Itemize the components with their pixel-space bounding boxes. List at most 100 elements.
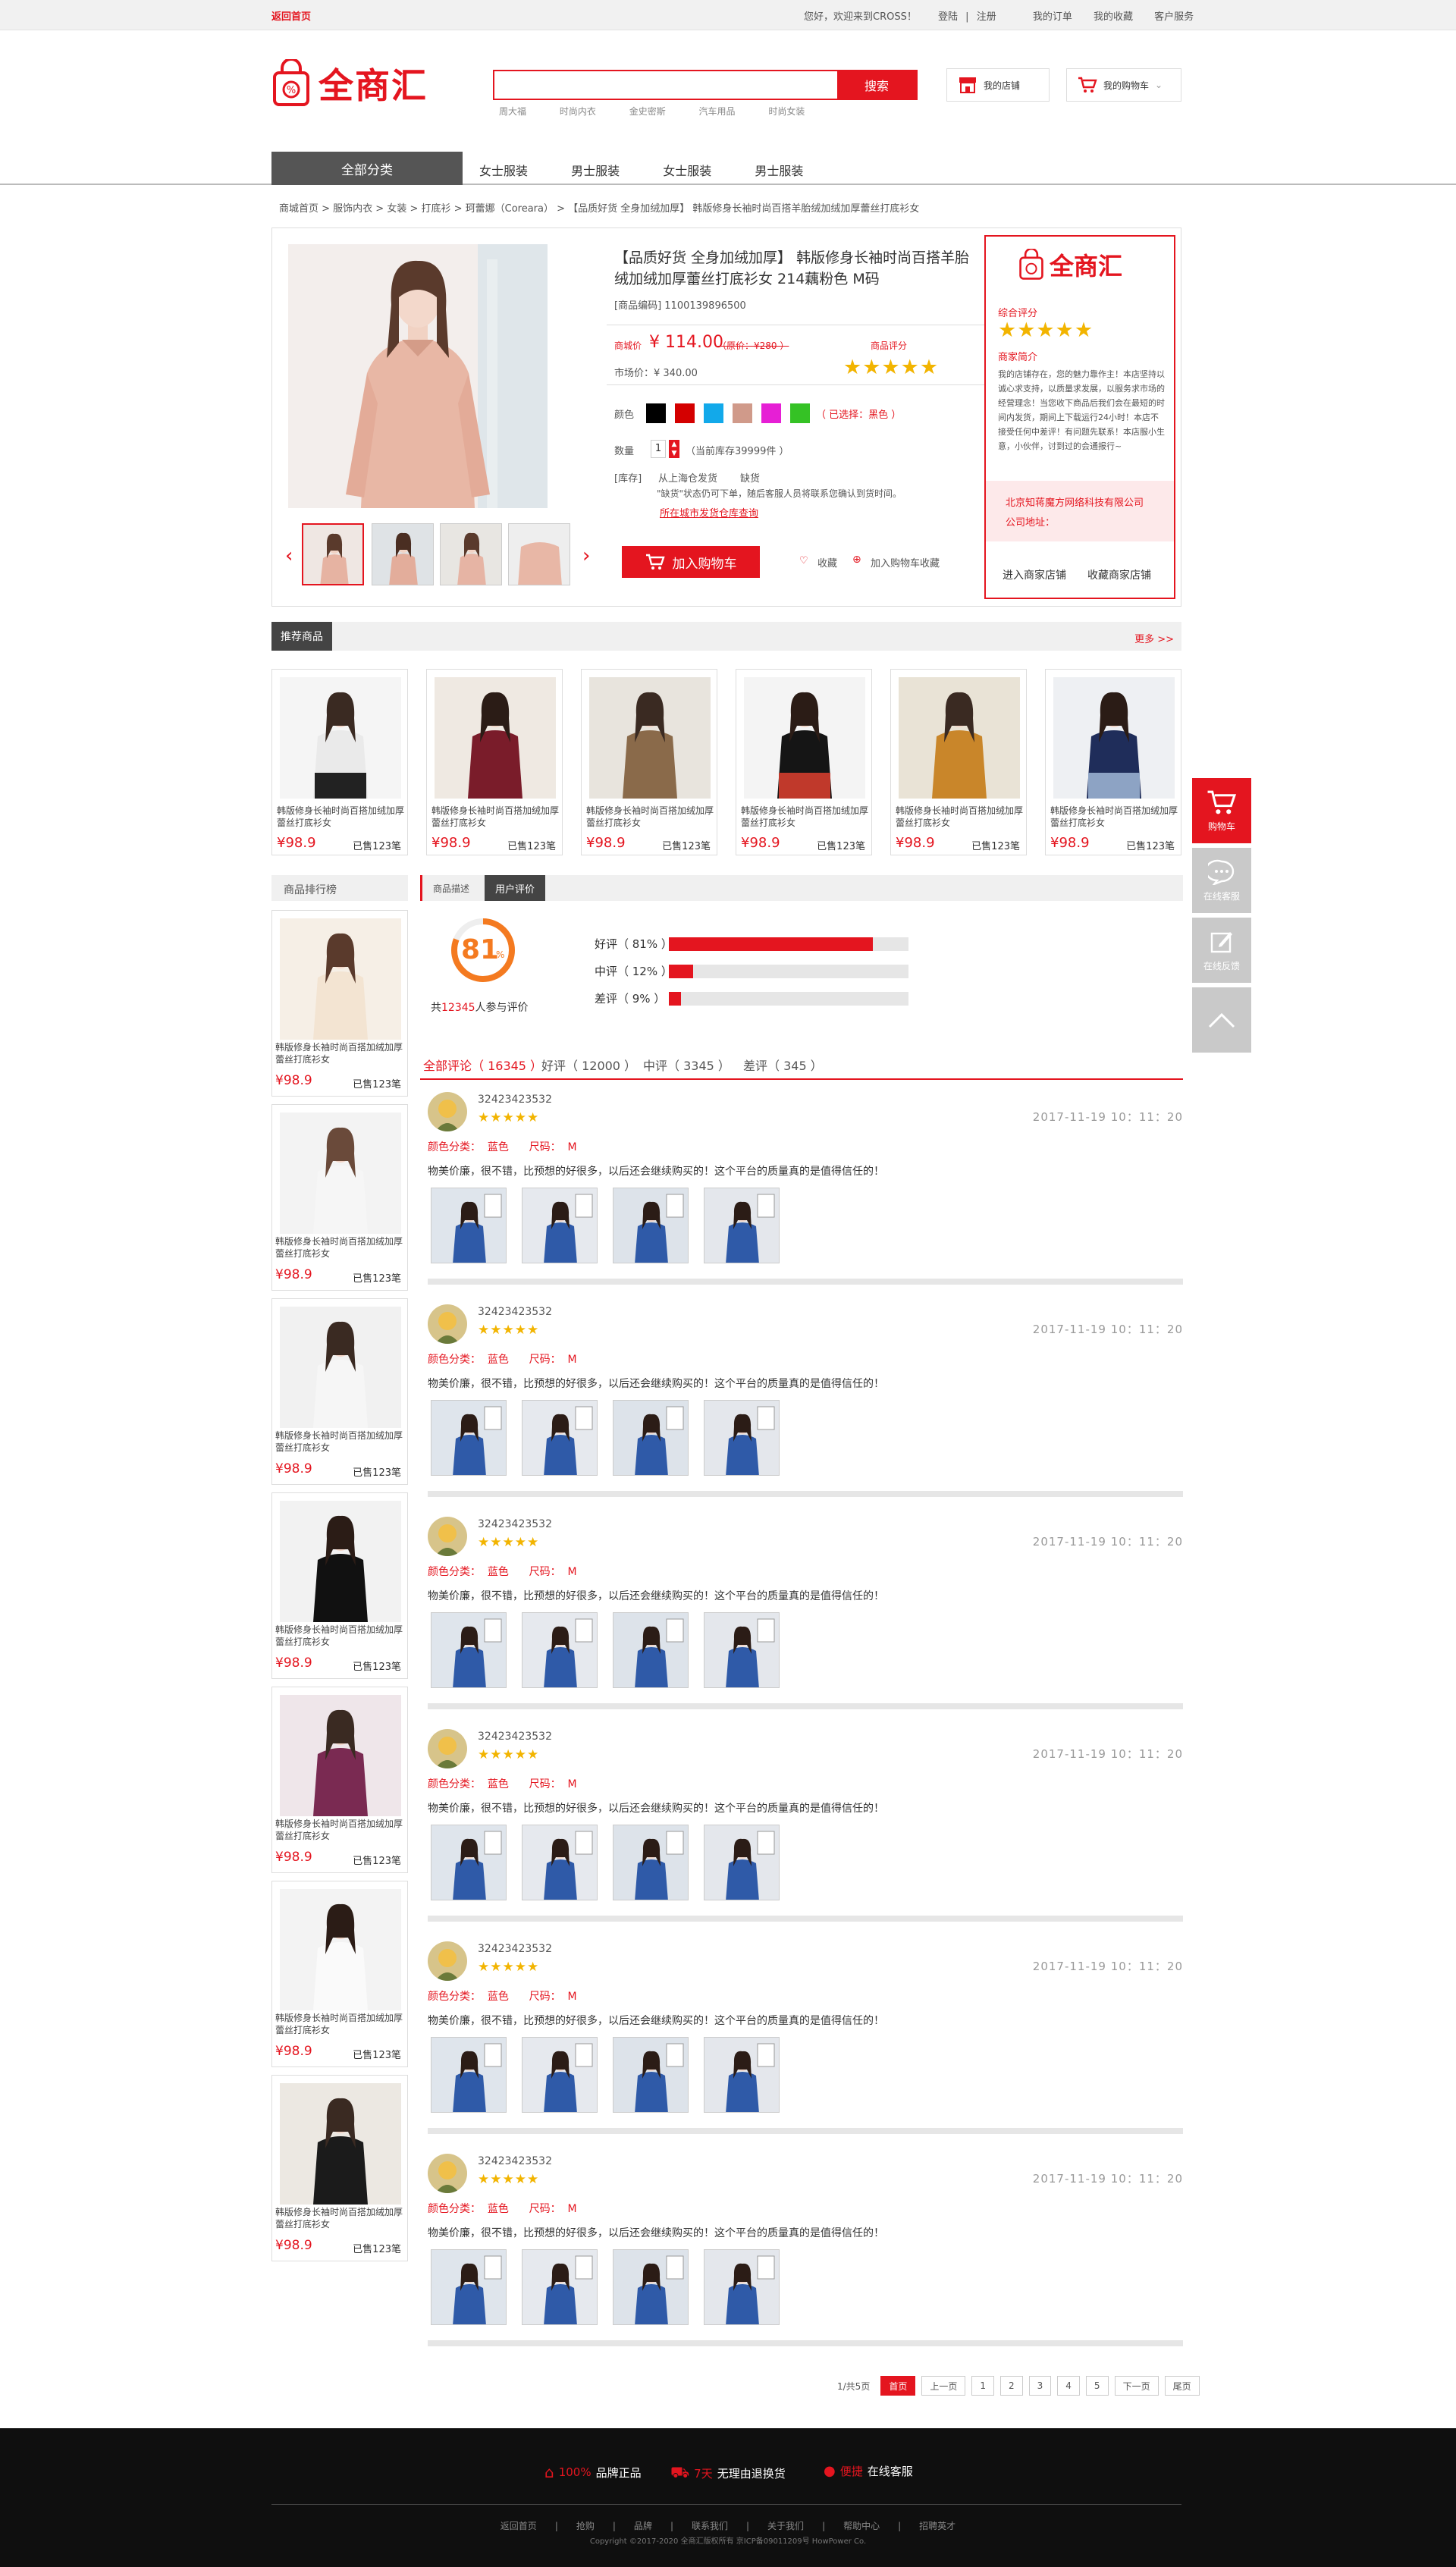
site-logo[interactable]: % 全商汇 [271,59,428,108]
nav-item[interactable]: 男士服装 [755,164,803,178]
footer-link[interactable]: 抢购 [576,2521,595,2531]
search-input[interactable] [494,71,837,99]
color-swatch[interactable] [790,403,810,423]
pager-page[interactable]: 4 [1057,2376,1080,2396]
filter-good[interactable]: 好评（ 12000 ） [541,1056,636,1074]
rank-name[interactable]: 韩版修身长袖时尚百搭加绒加厚蕾丝打底衫女 [275,1429,406,1454]
thumb-next-arrow[interactable]: › [582,544,590,567]
recommend-card[interactable]: 韩版修身长袖时尚百搭加绒加厚蕾丝打底衫女 ¥98.9 已售123笔 [890,669,1027,855]
color-swatch[interactable] [761,403,781,423]
rank-image[interactable] [280,1112,401,1234]
filter-neutral[interactable]: 中评（ 3345 ） [643,1056,730,1074]
my-favorites-link[interactable]: 我的收藏 [1094,11,1133,23]
rank-image[interactable] [280,1889,401,2010]
collect-shop-button[interactable]: 收藏商家店铺 [1087,567,1151,582]
recommend-image[interactable] [280,677,401,799]
rank-name[interactable]: 韩版修身长袖时尚百搭加绒加厚蕾丝打底衫女 [275,1818,406,1842]
hot-keyword[interactable]: 时尚女装 [768,106,805,117]
my-store-button[interactable]: 我的店铺 [946,68,1050,102]
recommend-card[interactable]: 韩版修身长袖时尚百搭加绒加厚蕾丝打底衫女 ¥98.9 已售123笔 [736,669,872,855]
review-photo[interactable] [704,2037,780,2113]
review-photo[interactable] [431,1825,507,1900]
footer-link[interactable]: 联系我们 [692,2521,728,2531]
hot-keyword[interactable]: 汽车用品 [699,106,736,117]
customer-service-link[interactable]: 客户服务 [1154,11,1194,23]
pager-next[interactable]: 下一页 [1114,2376,1159,2396]
color-swatch[interactable] [675,403,695,423]
qty-input[interactable]: 1 [651,440,666,458]
rank-card[interactable]: 韩版修身长袖时尚百搭加绒加厚蕾丝打底衫女 ¥98.9 已售123笔 [271,2075,408,2261]
back-to-top-button[interactable] [1192,987,1251,1054]
review-photo[interactable] [431,2037,507,2113]
rank-image[interactable] [280,1307,401,1428]
favorite-link[interactable]: 收藏 [817,555,837,570]
thumb-prev-arrow[interactable]: ‹ [285,544,293,567]
footer-link[interactable]: 返回首页 [500,2521,537,2531]
review-photo[interactable] [522,1188,598,1263]
review-photo[interactable] [431,1188,507,1263]
review-photo[interactable] [522,2249,598,2325]
home-link[interactable]: 返回首页 [271,8,311,23]
pager-page[interactable]: 3 [1028,2376,1052,2396]
float-cart-button[interactable]: 购物车 [1192,778,1251,845]
tab-description[interactable]: 商品描述 [433,882,469,895]
rank-card[interactable]: 韩版修身长袖时尚百搭加绒加厚蕾丝打底衫女 ¥98.9 已售123笔 [271,1298,408,1485]
breadcrumb[interactable]: 商城首页 > 服饰内衣 > 女装 > 打底衫 > 珂蕾娜（Coreara） > … [279,200,919,215]
filter-all[interactable]: 全部评论（ 16345 ） [423,1056,543,1080]
hot-keyword[interactable]: 金史密斯 [629,106,666,117]
register-link[interactable]: 注册 [977,11,996,23]
review-photo[interactable] [613,1825,689,1900]
filter-bad[interactable]: 差评（ 345 ） [743,1056,823,1074]
footer-link[interactable]: 招聘英才 [919,2521,956,2531]
rank-name[interactable]: 韩版修身长袖时尚百搭加绒加厚蕾丝打底衫女 [275,1235,406,1260]
rank-card[interactable]: 韩版修身长袖时尚百搭加绒加厚蕾丝打底衫女 ¥98.9 已售123笔 [271,1104,408,1291]
enter-shop-button[interactable]: 进入商家店铺 [1003,567,1066,582]
review-photo[interactable] [522,1400,598,1476]
review-photo[interactable] [431,1400,507,1476]
recommend-name[interactable]: 韩版修身长袖时尚百搭加绒加厚蕾丝打底衫女 [741,805,868,829]
rank-card[interactable]: 韩版修身长袖时尚百搭加绒加厚蕾丝打底衫女 ¥98.9 已售123笔 [271,1492,408,1679]
rank-name[interactable]: 韩版修身长袖时尚百搭加绒加厚蕾丝打底衫女 [275,1624,406,1648]
float-feedback-button[interactable]: 在线反馈 [1192,918,1251,984]
review-photo[interactable] [613,1400,689,1476]
qty-stepper[interactable]: ▲ ▼ [669,440,679,458]
rank-name[interactable]: 韩版修身长袖时尚百搭加绒加厚蕾丝打底衫女 [275,2206,406,2230]
my-cart-button[interactable]: 我的购物车 ⌄ [1066,68,1181,102]
review-photo[interactable] [613,2037,689,2113]
product-main-image[interactable] [288,244,548,508]
recommend-card[interactable]: 韩版修身长袖时尚百搭加绒加厚蕾丝打底衫女 ¥98.9 已售123笔 [271,669,408,855]
review-photo[interactable] [522,2037,598,2113]
all-categories-button[interactable]: 全部分类 [271,152,463,185]
rank-image[interactable] [280,1695,401,1816]
color-swatch[interactable] [646,403,666,423]
avatar[interactable] [428,1941,467,1981]
review-photo[interactable] [704,1188,780,1263]
float-chat-button[interactable]: 在线客服 [1192,848,1251,915]
review-photo[interactable] [431,1612,507,1688]
rank-card[interactable]: 韩版修身长袖时尚百搭加绒加厚蕾丝打底衫女 ¥98.9 已售123笔 [271,910,408,1097]
rank-image[interactable] [280,2083,401,2205]
avatar[interactable] [428,2154,467,2193]
more-link[interactable]: 更多 >> [1134,631,1174,645]
rank-name[interactable]: 韩版修身长袖时尚百搭加绒加厚蕾丝打底衫女 [275,2012,406,2036]
hot-keyword[interactable]: 周大福 [499,106,526,117]
avatar[interactable] [428,1517,467,1556]
add-to-cart-button[interactable]: 加入购物车 [622,546,760,578]
footer-link[interactable]: 帮助中心 [843,2521,880,2531]
review-photo[interactable] [704,1825,780,1900]
recommend-image[interactable] [899,677,1020,799]
color-swatch[interactable] [704,403,723,423]
pager-last[interactable]: 尾页 [1164,2376,1200,2396]
rank-card[interactable]: 韩版修身长袖时尚百搭加绒加厚蕾丝打底衫女 ¥98.9 已售123笔 [271,1881,408,2067]
recommend-card[interactable]: 韩版修身长袖时尚百搭加绒加厚蕾丝打底衫女 ¥98.9 已售123笔 [1045,669,1181,855]
pager-first[interactable]: 首页 [880,2376,916,2396]
pager-page[interactable]: 1 [971,2376,994,2396]
recommend-name[interactable]: 韩版修身长袖时尚百搭加绒加厚蕾丝打底衫女 [896,805,1023,829]
pager-page[interactable]: 5 [1085,2376,1109,2396]
recommend-name[interactable]: 韩版修身长袖时尚百搭加绒加厚蕾丝打底衫女 [431,805,559,829]
cart-favorite-link[interactable]: 加入购物车收藏 [871,555,940,570]
review-photo[interactable] [613,1612,689,1688]
login-link[interactable]: 登陆 [938,11,958,23]
recommend-name[interactable]: 韩版修身长袖时尚百搭加绒加厚蕾丝打底衫女 [586,805,714,829]
product-thumb[interactable] [372,523,434,585]
